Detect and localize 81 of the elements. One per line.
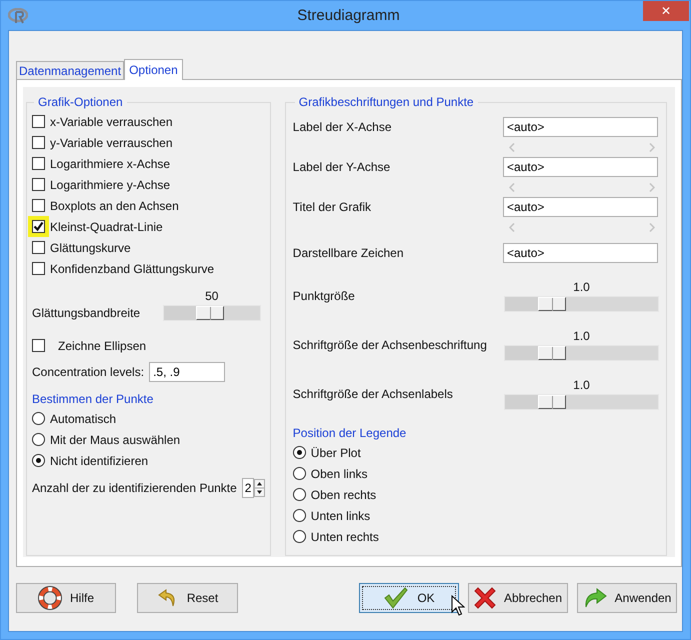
radio-button[interactable] — [32, 433, 45, 446]
group-title: Grafik-Optionen — [37, 95, 124, 109]
concentration-field[interactable]: .5, .9 — [149, 362, 226, 382]
field-label: Label der X-Achse — [292, 120, 392, 134]
checkbox-label: Logarithmiere y-Achse — [50, 178, 170, 192]
slider-thumb[interactable] — [538, 297, 566, 311]
tab[interactable]: Optionen — [124, 59, 183, 80]
field-label: Label der Y-Achse — [292, 160, 390, 174]
app-icon — [8, 8, 28, 24]
dialog-button[interactable]: Reset — [137, 583, 238, 613]
tab[interactable]: Datenmanagement — [16, 61, 124, 79]
slider-track[interactable] — [504, 296, 659, 312]
field-label: Anzahl der zu identifizierenden Punkte — [32, 480, 237, 494]
radio-button[interactable] — [32, 412, 45, 425]
radio-label: Oben rechts — [310, 488, 376, 502]
slider-thumb[interactable] — [538, 346, 566, 360]
radio-button[interactable] — [292, 509, 306, 522]
field-label: Darstellbare Zeichen — [292, 246, 404, 260]
radio-label: Über Plot — [310, 446, 361, 460]
checkbox-label: Logarithmiere x-Achse — [50, 156, 170, 170]
slider-track[interactable] — [504, 394, 659, 410]
checkbox[interactable] — [32, 241, 45, 254]
lifebuoy-icon — [38, 586, 62, 610]
spin-arrows-icon[interactable] — [254, 478, 265, 496]
dialog-button[interactable]: Abbrechen — [468, 583, 568, 613]
group-title: Grafikbeschriftungen und Punkte — [298, 95, 475, 109]
slider-value: 50 — [205, 289, 218, 305]
radio-label: Mit der Maus auswählen — [50, 432, 180, 446]
mouse-pointer-icon — [451, 595, 465, 617]
checkbox[interactable] — [32, 157, 45, 170]
checkbox-label: Kleinst-Quadrat-Linie — [50, 220, 163, 234]
checkbox[interactable] — [32, 262, 45, 275]
checkbox-label: Zeichne Ellipsen — [58, 338, 146, 352]
slider-value: 1.0 — [573, 280, 590, 296]
dialog-button[interactable]: Hilfe — [16, 583, 116, 613]
radio-button[interactable] — [32, 454, 45, 467]
close-icon — [474, 587, 496, 609]
spin-box[interactable]: 2 — [242, 478, 254, 498]
radio-button[interactable] — [292, 467, 306, 480]
checkbox-label: Boxplots an den Achsen — [50, 198, 179, 212]
radio-button[interactable] — [292, 446, 306, 459]
slider-thumb[interactable] — [538, 395, 566, 409]
dialog-button[interactable]: OK — [359, 583, 459, 613]
radio-label: Automatisch — [50, 412, 116, 426]
slider-thumb[interactable] — [196, 306, 224, 320]
text-field[interactable]: <auto> — [503, 197, 658, 217]
radio-label: Oben links — [310, 466, 368, 480]
checkbox-label: Konfidenzband Glättungskurve — [50, 262, 214, 276]
checkbox[interactable] — [32, 178, 45, 191]
field-label: Titel der Grafik — [292, 200, 372, 214]
radio-button[interactable] — [292, 488, 306, 501]
field-label: Concentration levels: — [32, 364, 144, 378]
slider-value: 1.0 — [573, 378, 590, 394]
radio-button[interactable] — [292, 530, 306, 543]
radio-label: Unten rechts — [310, 530, 379, 544]
slider-value: 1.0 — [573, 329, 590, 345]
checkmark-icon — [383, 587, 410, 609]
text-field[interactable]: <auto> — [503, 117, 658, 137]
section-title: Bestimmen der Punkte — [32, 391, 154, 408]
checkbox-label: Glättungskurve — [50, 240, 131, 254]
checkbox[interactable] — [32, 136, 45, 149]
slider-label: Glättungsbandbreite — [32, 306, 140, 320]
checkbox[interactable] — [32, 115, 45, 128]
slider-label: Punktgröße — [292, 289, 355, 303]
slider-label: Schriftgröße der Achsenlabels — [292, 387, 453, 401]
checkbox[interactable] — [32, 339, 45, 352]
window-title: Streudiagramm — [296, 7, 401, 24]
slider-track[interactable] — [504, 345, 659, 361]
dialog-button[interactable]: Anwenden — [577, 583, 677, 613]
forward-arrow-icon — [582, 587, 607, 609]
checkbox-label: y-Variable verrauschen — [50, 136, 173, 150]
radio-label: Unten links — [310, 508, 370, 522]
slider-label: Schriftgröße der Achsenbeschriftung — [292, 338, 487, 352]
section-title: Position der Legende — [292, 425, 408, 442]
text-field[interactable]: <auto> — [503, 243, 658, 263]
slider-track[interactable] — [162, 305, 261, 321]
radio-label: Nicht identifizieren — [50, 454, 148, 468]
checkbox[interactable] — [32, 199, 45, 212]
close-button[interactable]: ✕ — [643, 1, 689, 21]
text-field[interactable]: <auto> — [503, 157, 658, 177]
checkbox-label: x-Variable verrauschen — [50, 114, 173, 128]
